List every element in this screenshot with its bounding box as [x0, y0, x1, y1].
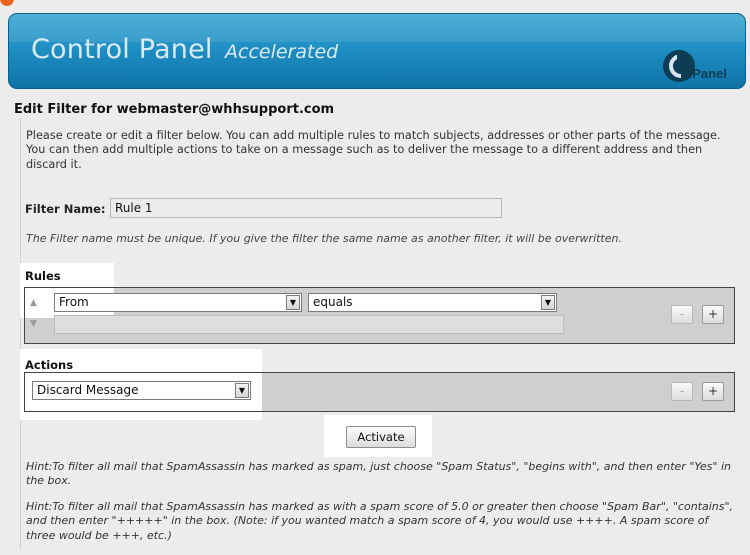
- action-value: Discard Message: [37, 383, 139, 397]
- browser-logo-icon: [0, 0, 14, 6]
- rule-value-input[interactable]: [54, 315, 564, 334]
- filter-name-label: Filter Name:: [25, 202, 106, 216]
- move-up-icon[interactable]: ▲: [30, 298, 37, 308]
- move-down-icon[interactable]: ▼: [30, 319, 37, 329]
- remove-rule-button[interactable]: -: [671, 305, 693, 324]
- action-select[interactable]: Discard Message ▼: [32, 381, 251, 400]
- add-action-button[interactable]: +: [702, 382, 724, 401]
- filter-name-note: The Filter name must be unique. If you g…: [26, 232, 622, 245]
- remove-action-button[interactable]: -: [671, 382, 693, 401]
- actions-label: Actions: [25, 358, 74, 372]
- rule-operator-value: equals: [313, 295, 353, 309]
- filter-name-input[interactable]: [110, 198, 502, 218]
- activate-button[interactable]: Activate: [346, 426, 416, 448]
- chevron-down-icon: ▼: [541, 295, 555, 310]
- rule-operator-select[interactable]: equals ▼: [308, 293, 557, 312]
- page-title: Edit Filter for webmaster@whhsupport.com: [14, 102, 335, 117]
- app-subtitle: Accelerated: [225, 41, 339, 63]
- header-banner: Control Panel Accelerated cPanel: [8, 13, 746, 89]
- app-title: Control Panel: [31, 34, 213, 65]
- logo-text: cPanel: [685, 66, 727, 81]
- hint-spam-status: Hint:To filter all mail that SpamAssassi…: [26, 460, 731, 488]
- hint-spam-bar: Hint:To filter all mail that SpamAssassi…: [26, 500, 734, 542]
- intro-text: Please create or edit a filter below. Yo…: [26, 129, 721, 171]
- add-rule-button[interactable]: +: [702, 305, 724, 324]
- rule-field-value: From: [59, 295, 89, 309]
- chevron-down-icon: ▼: [235, 383, 249, 398]
- cpanel-logo-icon: cPanel: [663, 50, 727, 82]
- chevron-down-icon: ▼: [286, 295, 300, 310]
- rules-label: Rules: [25, 269, 61, 283]
- top-strip: [0, 0, 750, 10]
- rule-field-select[interactable]: From ▼: [54, 293, 302, 312]
